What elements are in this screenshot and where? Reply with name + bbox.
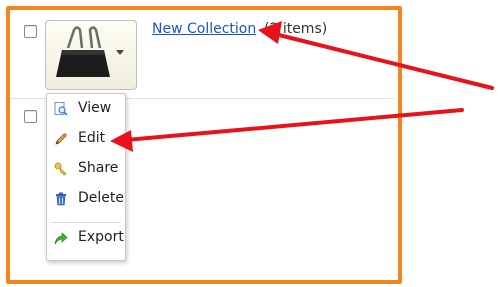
menu-item-label: View xyxy=(78,100,112,116)
menu-item-label: Delete xyxy=(78,190,124,206)
binder-clip-icon xyxy=(56,26,110,77)
menu-separator xyxy=(51,222,121,223)
menu-item-edit[interactable]: Edit xyxy=(47,127,125,151)
menu-item-label: Share xyxy=(78,160,119,176)
menu-item-view[interactable]: View xyxy=(47,97,125,121)
new-collection-link[interactable]: New Collection xyxy=(152,21,256,37)
menu-item-label: Export xyxy=(78,229,124,245)
share-icon xyxy=(54,161,68,176)
export-icon xyxy=(54,230,68,245)
trash-icon xyxy=(54,191,68,206)
menu-item-delete[interactable]: Delete xyxy=(47,187,125,211)
row-2-checkbox[interactable] xyxy=(24,110,37,123)
chevron-down-icon[interactable] xyxy=(116,50,124,55)
menu-item-export[interactable]: Export xyxy=(47,226,125,250)
view-icon xyxy=(54,101,68,116)
collection-thumbnail-button[interactable] xyxy=(45,20,137,90)
collection-item-count: (2 items) xyxy=(264,21,328,37)
pencil-icon xyxy=(54,131,68,145)
row-1-checkbox[interactable] xyxy=(24,25,37,38)
context-menu: View Edit Share Delete Export xyxy=(46,93,126,261)
menu-item-share[interactable]: Share xyxy=(47,157,125,181)
menu-item-label: Edit xyxy=(78,130,106,146)
